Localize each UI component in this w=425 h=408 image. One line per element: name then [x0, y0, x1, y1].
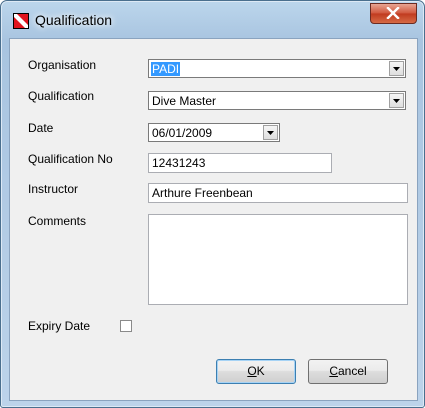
cancel-label: ancel [337, 364, 367, 378]
qualification-no-field[interactable]: 12431243 [148, 153, 332, 173]
qualification-dropdown[interactable]: Dive Master [148, 91, 406, 110]
date-picker[interactable]: 06/01/2009 [148, 123, 280, 142]
chevron-down-icon [267, 131, 274, 135]
ok-label: K [256, 364, 265, 378]
comments-label: Comments [28, 214, 87, 228]
qualification-value: Dive Master [152, 94, 217, 108]
close-icon [386, 7, 400, 19]
qualification-dropdown-arrow[interactable] [389, 93, 404, 108]
title-bar[interactable]: Qualification [1, 1, 424, 37]
expiry-date-checkbox[interactable] [120, 320, 132, 332]
dialog-body: Organisation PADI Qualification Dive Mas… [9, 38, 418, 401]
chevron-down-icon [393, 99, 400, 103]
date-value: 06/01/2009 [152, 126, 213, 140]
qualification-no-label: Qualification No [28, 152, 113, 166]
expiry-date-label: Expiry Date [28, 319, 91, 333]
instructor-value: Arthure Freenbean [152, 186, 253, 200]
instructor-field[interactable]: Arthure Freenbean [148, 183, 408, 203]
organisation-dropdown-arrow[interactable] [389, 61, 404, 76]
red-flag-icon [13, 13, 29, 29]
ok-accelerator: O [247, 364, 257, 378]
organisation-label: Organisation [28, 58, 97, 72]
chevron-down-icon [393, 67, 400, 71]
window-title: Qualification [35, 12, 113, 28]
cancel-accelerator: C [329, 364, 338, 378]
date-label: Date [28, 121, 54, 135]
close-button[interactable] [370, 3, 417, 24]
dialog-window: Qualification Organisation PADI Qualific… [0, 0, 425, 408]
cancel-button[interactable]: Cancel [308, 359, 388, 384]
qualification-label: Qualification [28, 89, 95, 103]
date-picker-arrow[interactable] [263, 125, 278, 140]
instructor-label: Instructor [28, 182, 79, 196]
qualification-no-value: 12431243 [152, 156, 206, 170]
comments-textarea[interactable] [148, 214, 408, 305]
organisation-value: PADI [151, 62, 181, 76]
ok-button[interactable]: OK [216, 359, 296, 384]
organisation-dropdown[interactable]: PADI [148, 59, 406, 78]
